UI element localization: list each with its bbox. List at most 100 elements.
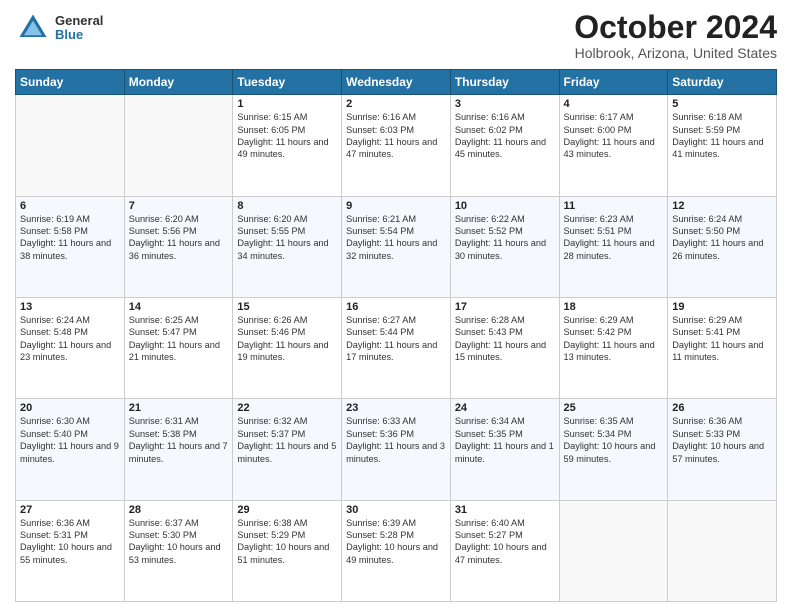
- calendar-header-row: SundayMondayTuesdayWednesdayThursdayFrid…: [16, 70, 777, 95]
- day-of-week-thursday: Thursday: [450, 70, 559, 95]
- calendar-week-row: 13Sunrise: 6:24 AMSunset: 5:48 PMDayligh…: [16, 297, 777, 398]
- day-number: 2: [346, 98, 446, 110]
- day-info: Sunrise: 6:33 AMSunset: 5:36 PMDaylight:…: [346, 415, 446, 465]
- day-info: Sunrise: 6:36 AMSunset: 5:33 PMDaylight:…: [672, 415, 772, 465]
- day-info: Sunrise: 6:16 AMSunset: 6:03 PMDaylight:…: [346, 111, 446, 161]
- day-number: 13: [20, 301, 120, 313]
- calendar-cell: 22Sunrise: 6:32 AMSunset: 5:37 PMDayligh…: [233, 399, 342, 500]
- calendar-cell: [668, 500, 777, 601]
- calendar-cell: 24Sunrise: 6:34 AMSunset: 5:35 PMDayligh…: [450, 399, 559, 500]
- calendar-cell: 30Sunrise: 6:39 AMSunset: 5:28 PMDayligh…: [342, 500, 451, 601]
- day-info: Sunrise: 6:39 AMSunset: 5:28 PMDaylight:…: [346, 517, 446, 567]
- day-of-week-friday: Friday: [559, 70, 668, 95]
- calendar-cell: 16Sunrise: 6:27 AMSunset: 5:44 PMDayligh…: [342, 297, 451, 398]
- calendar-cell: 25Sunrise: 6:35 AMSunset: 5:34 PMDayligh…: [559, 399, 668, 500]
- calendar-cell: 1Sunrise: 6:15 AMSunset: 6:05 PMDaylight…: [233, 95, 342, 196]
- day-number: 1: [237, 98, 337, 110]
- calendar-cell: 17Sunrise: 6:28 AMSunset: 5:43 PMDayligh…: [450, 297, 559, 398]
- calendar: SundayMondayTuesdayWednesdayThursdayFrid…: [15, 69, 777, 602]
- calendar-cell: 19Sunrise: 6:29 AMSunset: 5:41 PMDayligh…: [668, 297, 777, 398]
- day-info: Sunrise: 6:29 AMSunset: 5:42 PMDaylight:…: [564, 314, 664, 364]
- day-info: Sunrise: 6:31 AMSunset: 5:38 PMDaylight:…: [129, 415, 229, 465]
- day-info: Sunrise: 6:35 AMSunset: 5:34 PMDaylight:…: [564, 415, 664, 465]
- day-number: 21: [129, 402, 229, 414]
- month-title: October 2024: [574, 10, 777, 45]
- day-info: Sunrise: 6:36 AMSunset: 5:31 PMDaylight:…: [20, 517, 120, 567]
- day-info: Sunrise: 6:22 AMSunset: 5:52 PMDaylight:…: [455, 213, 555, 263]
- calendar-cell: 27Sunrise: 6:36 AMSunset: 5:31 PMDayligh…: [16, 500, 125, 601]
- logo: General Blue: [15, 10, 103, 46]
- calendar-cell: 26Sunrise: 6:36 AMSunset: 5:33 PMDayligh…: [668, 399, 777, 500]
- day-info: Sunrise: 6:18 AMSunset: 5:59 PMDaylight:…: [672, 111, 772, 161]
- day-info: Sunrise: 6:24 AMSunset: 5:50 PMDaylight:…: [672, 213, 772, 263]
- day-number: 31: [455, 504, 555, 516]
- day-number: 25: [564, 402, 664, 414]
- day-number: 27: [20, 504, 120, 516]
- day-number: 7: [129, 200, 229, 212]
- day-info: Sunrise: 6:26 AMSunset: 5:46 PMDaylight:…: [237, 314, 337, 364]
- day-number: 28: [129, 504, 229, 516]
- logo-icon: [15, 10, 51, 46]
- calendar-cell: 3Sunrise: 6:16 AMSunset: 6:02 PMDaylight…: [450, 95, 559, 196]
- day-number: 4: [564, 98, 664, 110]
- calendar-cell: [16, 95, 125, 196]
- calendar-cell: 2Sunrise: 6:16 AMSunset: 6:03 PMDaylight…: [342, 95, 451, 196]
- calendar-week-row: 1Sunrise: 6:15 AMSunset: 6:05 PMDaylight…: [16, 95, 777, 196]
- logo-text: General Blue: [55, 14, 103, 43]
- title-block: October 2024 Holbrook, Arizona, United S…: [574, 10, 777, 61]
- header: General Blue October 2024 Holbrook, Ariz…: [15, 10, 777, 61]
- calendar-cell: [124, 95, 233, 196]
- calendar-week-row: 20Sunrise: 6:30 AMSunset: 5:40 PMDayligh…: [16, 399, 777, 500]
- calendar-cell: 13Sunrise: 6:24 AMSunset: 5:48 PMDayligh…: [16, 297, 125, 398]
- day-number: 18: [564, 301, 664, 313]
- day-info: Sunrise: 6:38 AMSunset: 5:29 PMDaylight:…: [237, 517, 337, 567]
- day-of-week-saturday: Saturday: [668, 70, 777, 95]
- day-of-week-tuesday: Tuesday: [233, 70, 342, 95]
- day-number: 16: [346, 301, 446, 313]
- day-info: Sunrise: 6:27 AMSunset: 5:44 PMDaylight:…: [346, 314, 446, 364]
- calendar-cell: 23Sunrise: 6:33 AMSunset: 5:36 PMDayligh…: [342, 399, 451, 500]
- calendar-cell: 11Sunrise: 6:23 AMSunset: 5:51 PMDayligh…: [559, 196, 668, 297]
- day-number: 17: [455, 301, 555, 313]
- calendar-cell: 21Sunrise: 6:31 AMSunset: 5:38 PMDayligh…: [124, 399, 233, 500]
- day-number: 22: [237, 402, 337, 414]
- calendar-cell: 9Sunrise: 6:21 AMSunset: 5:54 PMDaylight…: [342, 196, 451, 297]
- day-number: 12: [672, 200, 772, 212]
- calendar-cell: 7Sunrise: 6:20 AMSunset: 5:56 PMDaylight…: [124, 196, 233, 297]
- day-info: Sunrise: 6:25 AMSunset: 5:47 PMDaylight:…: [129, 314, 229, 364]
- calendar-cell: 15Sunrise: 6:26 AMSunset: 5:46 PMDayligh…: [233, 297, 342, 398]
- day-number: 26: [672, 402, 772, 414]
- calendar-cell: 12Sunrise: 6:24 AMSunset: 5:50 PMDayligh…: [668, 196, 777, 297]
- calendar-cell: 10Sunrise: 6:22 AMSunset: 5:52 PMDayligh…: [450, 196, 559, 297]
- day-number: 29: [237, 504, 337, 516]
- day-number: 23: [346, 402, 446, 414]
- day-info: Sunrise: 6:32 AMSunset: 5:37 PMDaylight:…: [237, 415, 337, 465]
- day-info: Sunrise: 6:17 AMSunset: 6:00 PMDaylight:…: [564, 111, 664, 161]
- calendar-cell: 20Sunrise: 6:30 AMSunset: 5:40 PMDayligh…: [16, 399, 125, 500]
- day-of-week-monday: Monday: [124, 70, 233, 95]
- day-info: Sunrise: 6:40 AMSunset: 5:27 PMDaylight:…: [455, 517, 555, 567]
- day-number: 20: [20, 402, 120, 414]
- day-info: Sunrise: 6:15 AMSunset: 6:05 PMDaylight:…: [237, 111, 337, 161]
- day-info: Sunrise: 6:24 AMSunset: 5:48 PMDaylight:…: [20, 314, 120, 364]
- location: Holbrook, Arizona, United States: [574, 45, 777, 61]
- day-info: Sunrise: 6:20 AMSunset: 5:55 PMDaylight:…: [237, 213, 337, 263]
- logo-general: General: [55, 14, 103, 28]
- calendar-cell: 8Sunrise: 6:20 AMSunset: 5:55 PMDaylight…: [233, 196, 342, 297]
- day-info: Sunrise: 6:34 AMSunset: 5:35 PMDaylight:…: [455, 415, 555, 465]
- day-number: 10: [455, 200, 555, 212]
- calendar-week-row: 6Sunrise: 6:19 AMSunset: 5:58 PMDaylight…: [16, 196, 777, 297]
- calendar-week-row: 27Sunrise: 6:36 AMSunset: 5:31 PMDayligh…: [16, 500, 777, 601]
- calendar-cell: 31Sunrise: 6:40 AMSunset: 5:27 PMDayligh…: [450, 500, 559, 601]
- day-of-week-wednesday: Wednesday: [342, 70, 451, 95]
- day-number: 5: [672, 98, 772, 110]
- day-info: Sunrise: 6:21 AMSunset: 5:54 PMDaylight:…: [346, 213, 446, 263]
- day-number: 15: [237, 301, 337, 313]
- calendar-cell: 29Sunrise: 6:38 AMSunset: 5:29 PMDayligh…: [233, 500, 342, 601]
- day-info: Sunrise: 6:19 AMSunset: 5:58 PMDaylight:…: [20, 213, 120, 263]
- calendar-cell: 5Sunrise: 6:18 AMSunset: 5:59 PMDaylight…: [668, 95, 777, 196]
- day-number: 8: [237, 200, 337, 212]
- calendar-cell: 6Sunrise: 6:19 AMSunset: 5:58 PMDaylight…: [16, 196, 125, 297]
- day-of-week-sunday: Sunday: [16, 70, 125, 95]
- day-number: 30: [346, 504, 446, 516]
